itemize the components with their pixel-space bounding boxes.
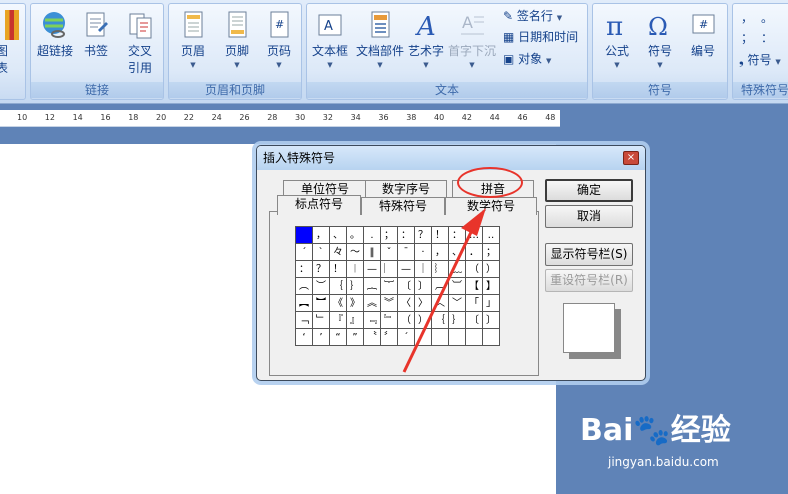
tab-punctuation[interactable]: 标点符号 <box>277 195 361 215</box>
watermark-brand: Bai🐾经验 <box>580 413 731 448</box>
watermark-url: jingyan.baidu.com <box>608 455 719 469</box>
watermark: Bai🐾经验 jingyan.baidu.com <box>580 405 731 469</box>
